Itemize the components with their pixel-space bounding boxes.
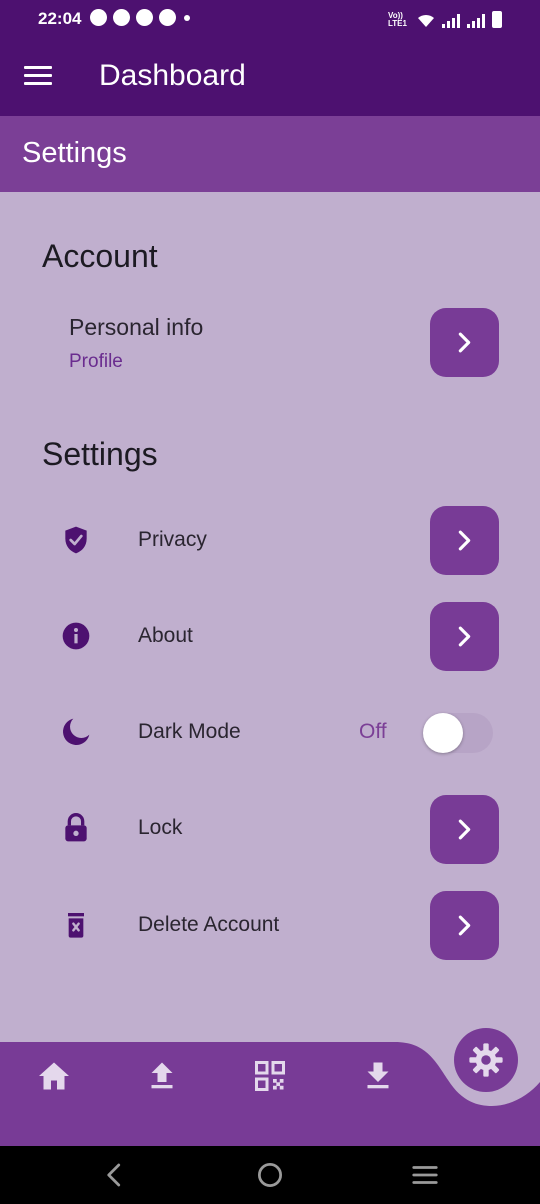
qr-code-icon[interactable] — [252, 1058, 288, 1094]
signal-icon — [467, 14, 485, 28]
message-icon — [113, 9, 130, 26]
app-bar: Dashboard — [0, 38, 540, 116]
volte-label: Vo)) LTE1 — [388, 11, 407, 28]
personal-info-button[interactable] — [430, 308, 499, 377]
settings-section-title: Settings — [42, 436, 158, 472]
compass-icon — [159, 9, 176, 26]
wifi-icon — [418, 14, 434, 27]
status-time: 22:04 — [38, 9, 82, 28]
compass-icon — [136, 9, 153, 26]
privacy-label: Privacy — [138, 528, 207, 551]
lock-label: Lock — [138, 816, 183, 839]
home-circle-icon[interactable] — [255, 1160, 285, 1190]
delete-icon — [68, 913, 84, 938]
settings-header: Settings — [0, 116, 540, 192]
signal-icon — [442, 14, 460, 28]
delete-account-button[interactable] — [430, 891, 499, 960]
whatsapp-icon — [90, 9, 107, 26]
recents-icon[interactable] — [410, 1160, 440, 1190]
dark-mode-state: Off — [359, 720, 387, 743]
personal-info-sublabel: Profile — [69, 351, 123, 372]
about-button[interactable] — [430, 602, 499, 671]
lock-icon — [65, 813, 87, 842]
system-navigation-bar — [0, 1146, 540, 1204]
chevron-right-icon — [458, 332, 471, 353]
dark-mode-toggle[interactable] — [423, 712, 493, 754]
chevron-right-icon — [458, 626, 471, 647]
more-notifications-dot — [184, 14, 190, 21]
about-label: About — [138, 624, 193, 647]
personal-info-label: Personal info — [69, 314, 204, 340]
home-icon[interactable] — [36, 1058, 72, 1094]
lock-button[interactable] — [430, 795, 499, 864]
status-bar: 22:04 Vo)) LTE1 — [0, 0, 540, 38]
shield-check-icon — [65, 526, 87, 554]
settings-fab[interactable] — [454, 1028, 518, 1092]
chevron-right-icon — [458, 915, 471, 936]
toggle-thumb — [423, 713, 463, 753]
chevron-right-icon — [458, 819, 471, 840]
privacy-button[interactable] — [430, 506, 499, 575]
account-section-title: Account — [42, 238, 158, 274]
moon-icon — [63, 718, 90, 745]
menu-button[interactable] — [24, 66, 52, 88]
back-icon[interactable] — [100, 1160, 130, 1190]
download-icon[interactable] — [360, 1058, 396, 1094]
upload-icon[interactable] — [144, 1058, 180, 1094]
status-indicators: Vo)) LTE1 — [388, 10, 502, 28]
chevron-right-icon — [458, 530, 471, 551]
info-icon — [62, 622, 90, 650]
notification-icons — [90, 9, 190, 26]
battery-icon — [492, 11, 502, 28]
delete-account-label: Delete Account — [138, 913, 280, 936]
settings-header-title: Settings — [22, 137, 127, 169]
page-title: Dashboard — [99, 59, 246, 92]
dark-mode-label: Dark Mode — [138, 720, 241, 743]
gear-icon — [469, 1043, 503, 1077]
menu-icon — [24, 66, 52, 69]
